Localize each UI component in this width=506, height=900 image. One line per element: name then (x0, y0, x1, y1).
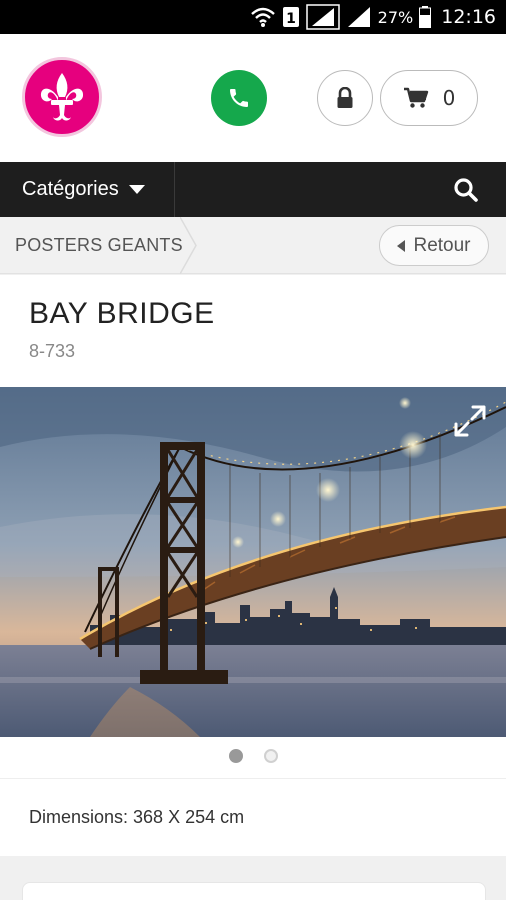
app-screen: 1 27% 12:16 0 Catégories POSTERS GEANTS … (0, 0, 506, 900)
cart-icon (403, 87, 428, 108)
caret-down-icon (128, 184, 145, 194)
breadcrumb: POSTERS GEANTS Retour (0, 217, 506, 274)
product-title: BAY BRIDGE (29, 297, 215, 330)
next-section-card (22, 882, 486, 900)
breadcrumb-item[interactable]: POSTERS GEANTS (0, 217, 197, 274)
expand-icon[interactable] (452, 403, 488, 439)
signal-icon-2 (346, 5, 372, 29)
svg-text:1: 1 (286, 11, 296, 27)
status-time: 12:16 (441, 6, 496, 28)
breadcrumb-separator (180, 217, 197, 274)
gallery-pagination (0, 749, 506, 763)
fleur-de-lis-icon (40, 73, 84, 121)
product-reference: 8-733 (29, 341, 76, 361)
wifi-icon (250, 6, 276, 28)
bay-bridge-photo (0, 387, 506, 737)
back-label: Retour (413, 234, 471, 256)
categories-label: Catégories (22, 178, 119, 200)
cart-count: 0 (442, 86, 456, 110)
call-button[interactable] (211, 70, 267, 126)
sim-1-icon: 1 (282, 6, 300, 28)
search-icon (454, 178, 478, 202)
search-button[interactable] (452, 176, 480, 204)
app-header: 0 (0, 34, 506, 162)
product-dimensions: Dimensions: 368 X 254 cm (0, 778, 506, 856)
signal-icon (305, 4, 340, 30)
gallery-dot[interactable] (228, 749, 243, 763)
product-card: BAY BRIDGE 8-733 (0, 275, 506, 780)
brand-logo[interactable] (22, 57, 102, 137)
category-bar: Catégories (0, 162, 506, 217)
status-bar: 1 27% 12:16 (0, 0, 506, 34)
back-button[interactable]: Retour (379, 225, 489, 266)
phone-icon (230, 89, 248, 107)
battery-icon (419, 6, 432, 28)
lock-icon (337, 87, 353, 108)
product-image[interactable] (0, 387, 506, 737)
gallery-dot[interactable] (263, 749, 278, 763)
categories-dropdown[interactable]: Catégories (0, 162, 175, 217)
battery-percent: 27% (377, 7, 414, 27)
caret-left-icon (397, 239, 406, 252)
account-button[interactable] (317, 70, 373, 126)
cart-button[interactable]: 0 (380, 70, 478, 126)
